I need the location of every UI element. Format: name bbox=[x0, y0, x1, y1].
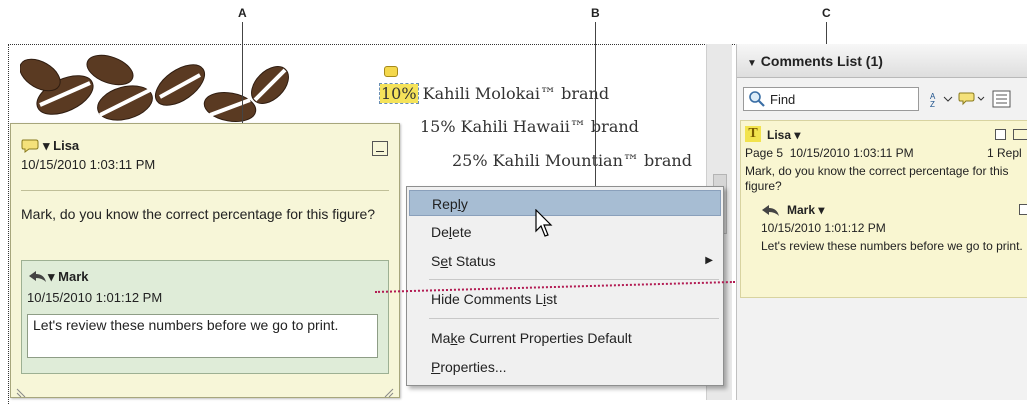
magnifier-icon bbox=[748, 90, 766, 111]
note-marker-icon[interactable] bbox=[384, 66, 398, 77]
popup-note[interactable]: ▾ Lisa 10/15/2010 1:03:11 PM Mark, do yo… bbox=[10, 123, 400, 398]
submenu-arrow-icon: ▶ bbox=[705, 255, 713, 266]
entry-collapse-icon[interactable] bbox=[1013, 129, 1027, 140]
reply-checkbox[interactable] bbox=[1019, 204, 1027, 215]
reply-arrow-icon bbox=[761, 203, 781, 217]
collapse-triangle-icon: ▼ bbox=[747, 58, 757, 69]
resize-grip-right-icon[interactable] bbox=[384, 383, 394, 398]
entry-reply-author[interactable]: Mark ▾ bbox=[787, 203, 824, 217]
coffee-beans-image bbox=[19, 45, 310, 125]
menu-separator bbox=[429, 318, 719, 319]
doc-line-2: 15% Kahili Hawaii™ brand bbox=[420, 117, 639, 136]
doc-line-3: 25% Kahili Mountian™ brand bbox=[452, 151, 692, 170]
comment-entry[interactable]: T Lisa ▾ Page 5 10/15/2010 1:03:11 PM 1 … bbox=[740, 120, 1027, 298]
entry-checkbox[interactable] bbox=[995, 129, 1006, 140]
filter-comments-icon[interactable] bbox=[958, 90, 986, 108]
reply-date: 10/15/2010 1:01:12 PM bbox=[27, 290, 163, 305]
options-list-icon[interactable] bbox=[992, 90, 1014, 108]
callout-a: A bbox=[238, 6, 247, 20]
svg-text:Z: Z bbox=[930, 100, 935, 108]
reply-author[interactable]: ▾ Mark bbox=[48, 269, 89, 285]
entry-reply-text: Let's review these numbers before we go … bbox=[761, 239, 1023, 253]
speech-bubble-icon bbox=[21, 138, 39, 153]
menu-item-properties[interactable]: Properties... bbox=[409, 354, 721, 380]
popup-divider bbox=[21, 190, 389, 191]
reply-arrow-icon bbox=[28, 269, 48, 283]
find-input[interactable]: Find bbox=[743, 87, 919, 111]
doc-line-1: 10% Kahili Molokai™ brand bbox=[379, 83, 610, 104]
entry-reply-date: 10/15/2010 1:01:12 PM bbox=[761, 221, 886, 235]
menu-separator bbox=[429, 279, 719, 280]
callout-c: C bbox=[822, 6, 831, 20]
popup-body[interactable]: Mark, do you know the correct percentage… bbox=[21, 205, 391, 223]
reply-text-field[interactable]: Let's review these numbers before we go … bbox=[27, 314, 378, 358]
entry-author[interactable]: Lisa ▾ bbox=[767, 128, 800, 142]
text-comment-icon: T bbox=[745, 126, 761, 142]
menu-item-delete[interactable]: Delete bbox=[409, 219, 721, 245]
popup-date: 10/15/2010 1:03:11 PM bbox=[21, 157, 156, 172]
resize-grip-left-icon[interactable] bbox=[16, 383, 26, 398]
sort-az-icon[interactable]: AZ bbox=[929, 90, 953, 109]
entry-meta: Page 5 10/15/2010 1:03:11 PM 1 Repl bbox=[745, 146, 1022, 160]
reply-box: ▾ Mark 10/15/2010 1:01:12 PM Let's revie… bbox=[21, 260, 389, 374]
menu-item-reply[interactable]: Reply bbox=[409, 190, 721, 216]
popup-author[interactable]: ▾ Lisa bbox=[43, 138, 79, 154]
comments-panel: ▼ Comments List (1) Find AZ T Lisa ▾ Pag… bbox=[736, 44, 1027, 400]
callout-b: B bbox=[591, 6, 600, 20]
entry-body: Mark, do you know the correct percentage… bbox=[745, 164, 1009, 193]
mouse-cursor-icon bbox=[535, 208, 555, 239]
callout-b-line bbox=[595, 22, 596, 202]
menu-item-set-status[interactable]: Set Status ▶ bbox=[409, 248, 721, 274]
minimize-icon[interactable] bbox=[372, 141, 388, 156]
menu-item-make-default[interactable]: Make Current Properties Default bbox=[409, 325, 721, 351]
highlighted-text[interactable]: 10% bbox=[379, 83, 419, 104]
comments-panel-header[interactable]: ▼ Comments List (1) bbox=[737, 44, 1027, 78]
